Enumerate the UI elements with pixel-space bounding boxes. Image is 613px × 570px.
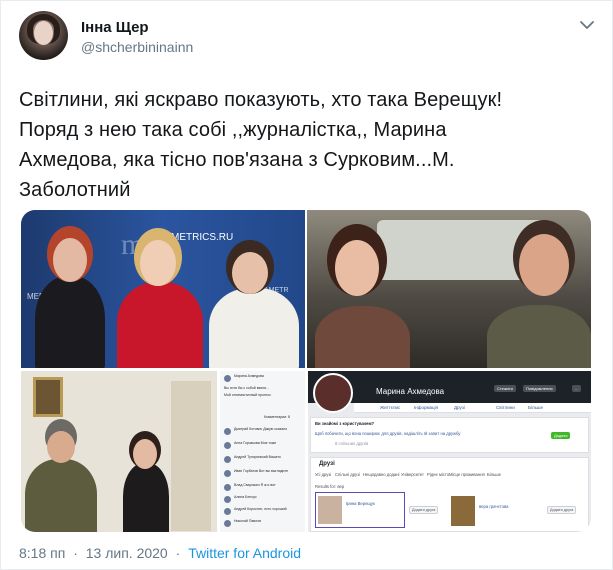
friend-request-box: Ви знайомі з користувачем? Щоб побачити,…: [310, 417, 589, 453]
door: [171, 381, 211, 531]
tab-friends: Друзі: [454, 405, 465, 410]
add-friend-button: Додати друга: [547, 506, 577, 514]
person-figure: [209, 288, 299, 368]
friend-card: Ірина Верещук: [315, 492, 405, 528]
chevron-down-icon[interactable]: [577, 15, 597, 35]
comment-item: Андрей Тупоринский Вашего: [224, 455, 300, 467]
profile-name: Марина Ахмедова: [376, 387, 445, 396]
tweet-time[interactable]: 8:18 пп: [19, 545, 65, 561]
person-head: [140, 240, 176, 286]
author-handle[interactable]: @shcherbininainn: [81, 39, 193, 55]
profile-tabs: Життєпис Інформація Друзі Світлини Більш…: [354, 403, 591, 413]
comment-header: Марина Ахмедова: [224, 374, 300, 386]
avatar: [224, 375, 231, 382]
tweet-text-line: Заболотний: [19, 179, 131, 201]
friends-tab: Нещодавно додані: [363, 472, 400, 477]
comment-item: Николай Павлов: [224, 519, 300, 531]
person-figure: [117, 282, 203, 368]
comment-item: Иван Горбатов Вот вы выглядите: [224, 469, 300, 481]
person-head: [519, 234, 569, 296]
person-head: [335, 240, 379, 296]
tab-more: Більше: [528, 405, 544, 410]
comment-item: Андрей Коростин, есть хороший: [224, 507, 300, 519]
tweet-text: Світлини, які яскраво показують, хто так…: [19, 85, 594, 205]
tweet-text-line: Поряд з нею така собі ,,журналістка,, Ма…: [19, 119, 447, 141]
comment-author: Марина Ахмедова: [234, 374, 264, 378]
person-head: [232, 252, 268, 294]
meta-separator: ·: [175, 545, 181, 561]
friends-tab: Усі друзі: [315, 472, 332, 477]
person-figure: [123, 463, 169, 532]
tweet-source-link[interactable]: Twitter for Android: [188, 545, 301, 561]
tweet-meta: 8:18 пп · 13 лип. 2020 · Twitter for And…: [19, 545, 301, 561]
friend-name: вера грачєтова: [479, 504, 509, 509]
add-friend-button: Додати друга: [409, 506, 439, 514]
tab-info: Інформація: [414, 405, 439, 410]
person-figure: [35, 276, 105, 368]
prompt-text: Щоб побачити, що вона поширює для друзів…: [315, 431, 461, 436]
follow-button: Стежити: [494, 385, 516, 392]
author-display-name[interactable]: Інна Щер: [81, 19, 149, 36]
tab-photos: Світлини: [496, 405, 515, 410]
photo-office[interactable]: [21, 371, 217, 532]
friends-tab: Рідне місто: [427, 472, 450, 477]
avatar[interactable]: [19, 11, 68, 60]
search-results-label: Results for: вер: [315, 484, 345, 489]
friends-tab: Місце проживання: [449, 472, 485, 477]
wall-portrait: [33, 377, 63, 417]
comment-item: Дмитрий Котович Дякую сказано: [224, 427, 300, 439]
screenshot-comments[interactable]: Марина Ахмедова Вы хотя бы с собой взяли…: [220, 371, 305, 532]
avatar: [313, 373, 353, 413]
tab-bio: Життєпис: [380, 405, 401, 410]
person-head: [133, 439, 157, 469]
person-head: [47, 431, 75, 463]
mutual-friends: 8 спільних друзів: [335, 441, 369, 446]
add-friend-button: Додати: [551, 432, 571, 439]
friends-section: Друзі Усі друзі Спільні друзі Нещодавно …: [310, 457, 589, 532]
photo-three-women[interactable]: me METRICS.RU MEDIAM DIAMETR: [21, 210, 305, 368]
comment-item: Мой оптимистичный прогноз: [224, 393, 271, 397]
person-head: [53, 238, 87, 282]
friend-name: Ірина Верещук: [346, 501, 375, 506]
friends-tab: Більше: [487, 472, 501, 477]
comment-item: Комментарии: 8: [264, 415, 290, 419]
person-figure: [487, 305, 591, 368]
more-button: ...: [572, 385, 582, 392]
photo-in-car[interactable]: [307, 210, 591, 368]
media-grid: me METRICS.RU MEDIAM DIAMETR: [21, 210, 591, 532]
comment-item: Анна Горчакова Моя тоже: [224, 441, 300, 453]
comment-item: Алина Белоус: [224, 495, 300, 507]
tweet-text-line: Світлини, які яскраво показують, хто так…: [19, 89, 503, 111]
comment-item: Влад Сварожич Я ж и вот: [224, 483, 300, 495]
prompt-title: Ви знайомі з користувачем?: [315, 421, 375, 426]
tweet-text-line: Ахмедова, яка тісно пов'язана з Сурковим…: [19, 149, 455, 171]
screenshot-facebook-profile[interactable]: Марина Ахмедова Стежити Повідомлення ...…: [308, 371, 591, 532]
meta-separator: ·: [73, 545, 78, 561]
tweet-card[interactable]: Інна Щер @shcherbininainn Світлини, які …: [0, 0, 613, 570]
friends-tab: Спільні друзі: [335, 472, 360, 477]
tweet-date[interactable]: 13 лип. 2020: [86, 545, 168, 561]
friends-tab: Університет: [401, 472, 424, 477]
photo-backdrop-url: METRICS.RU: [171, 232, 234, 243]
friends-header: Друзі: [319, 461, 335, 467]
tweet-header: Інна Щер @shcherbininainn: [19, 11, 599, 63]
person-figure: [25, 459, 97, 532]
message-button: Повідомлення: [523, 385, 556, 392]
person-figure: [315, 306, 410, 368]
